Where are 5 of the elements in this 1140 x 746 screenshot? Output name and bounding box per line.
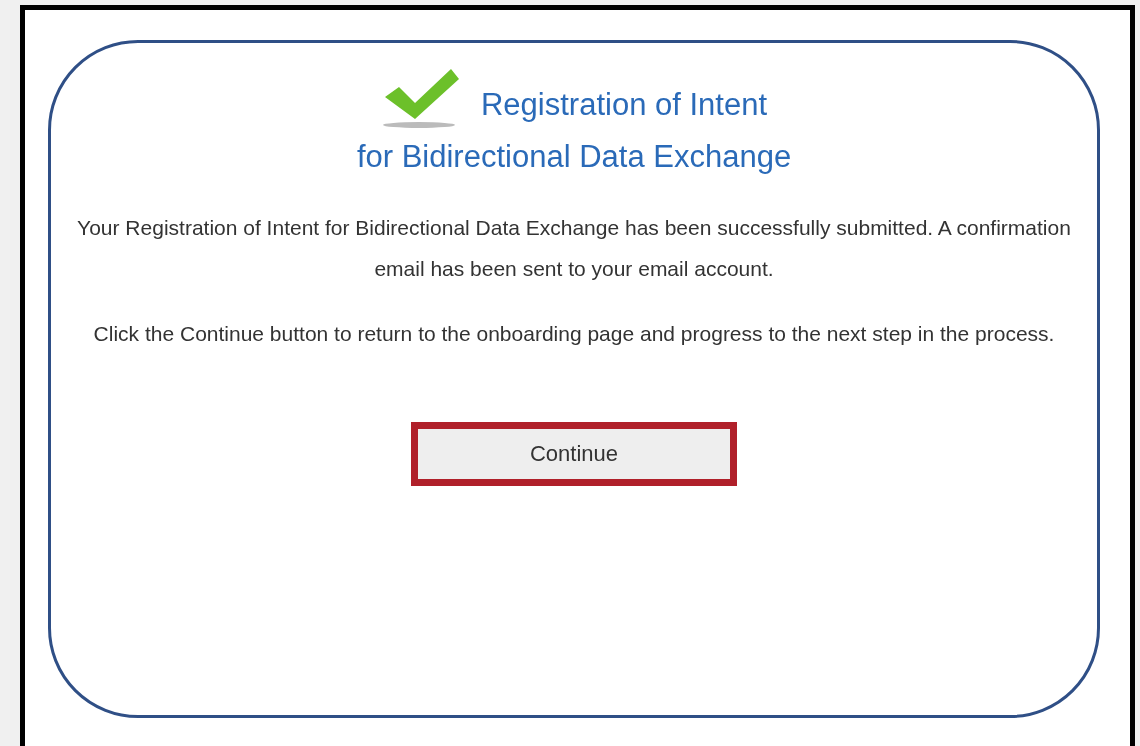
message-text: Click the Continue button to return to the onboarding page and progress to the next step in the process. bbox=[93, 321, 1055, 347]
title-text: Registration of Intent bbox=[480, 86, 768, 124]
message-text: Your Registration of Intent for Bidirectional Data Exchange has been successfully submitted. A confirmation email has been sent to your email account. bbox=[76, 215, 1072, 282]
continue-button[interactable]: Continue bbox=[411, 422, 737, 486]
title-text: for Bidirectional Data Exchange bbox=[356, 138, 792, 176]
